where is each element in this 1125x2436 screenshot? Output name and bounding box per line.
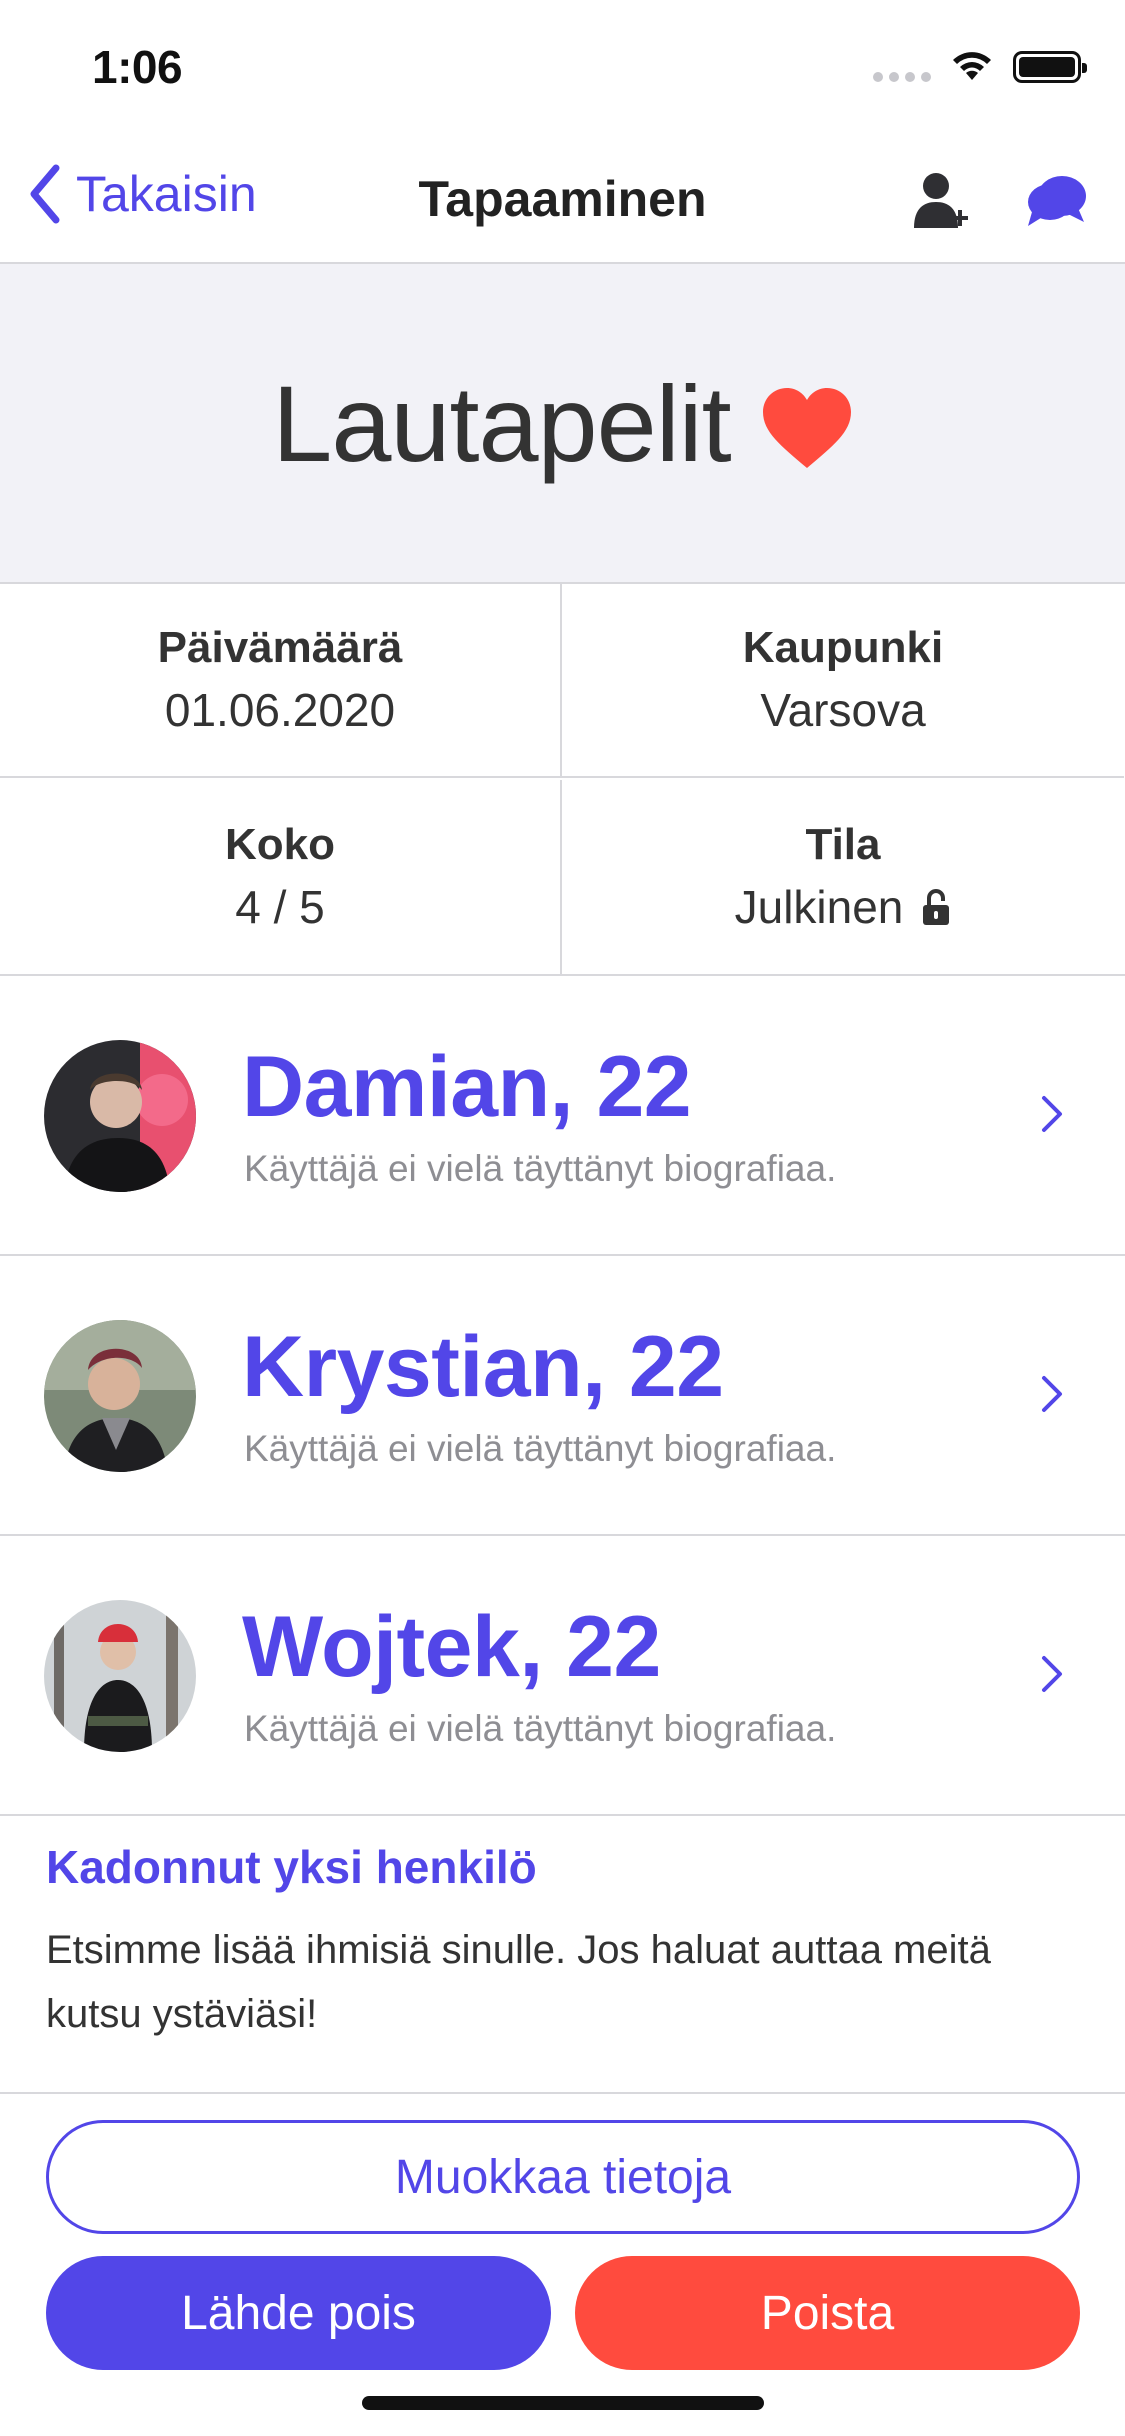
- chevron-right-icon: [1042, 1376, 1062, 1412]
- signal-icon: [873, 52, 931, 82]
- avatar: [44, 1320, 196, 1472]
- nav-bar: Takaisin Tapaaminen: [0, 132, 1125, 264]
- city-label: Kaupunki: [742, 623, 944, 672]
- home-indicator: [362, 2396, 764, 2410]
- status-bar: 1:06: [0, 0, 1125, 132]
- member-bio: Käyttäjä ei vielä täyttänyt biografiaa.: [244, 1148, 837, 1189]
- size-value: 4 / 5: [235, 881, 325, 933]
- battery-icon: [1013, 51, 1087, 83]
- size-label: Koko: [225, 820, 335, 869]
- status-time: 1:06: [92, 41, 183, 93]
- city-value: Varsova: [760, 684, 926, 736]
- info-size: Koko 4 / 5: [0, 780, 562, 974]
- info-state: Tila Julkinen: [562, 780, 1124, 974]
- date-label: Päivämäärä: [157, 623, 403, 672]
- missing-person-notice: Kadonnut yksi henkilö Etsimme lisää ihmi…: [0, 1812, 1125, 2094]
- event-info-grid: Päivämäärä 01.06.2020 Kaupunki Varsova K…: [0, 584, 1125, 976]
- delete-button[interactable]: Poista: [575, 2256, 1080, 2370]
- state-label: Tila: [805, 820, 881, 869]
- chevron-right-icon: [1042, 1656, 1062, 1692]
- chat-icon[interactable]: [1024, 172, 1088, 232]
- member-bio: Käyttäjä ei vielä täyttänyt biografiaa.: [244, 1708, 837, 1749]
- leave-button[interactable]: Lähde pois: [46, 2256, 551, 2370]
- state-value-wrap: Julkinen: [735, 880, 952, 934]
- notice-text: Etsimme lisää ihmisiä sinulle. Jos halua…: [46, 1928, 991, 2036]
- avatar: [44, 1600, 196, 1752]
- event-title: Lautapelit: [272, 362, 731, 484]
- member-bio: Käyttäjä ei vielä täyttänyt biografiaa.: [244, 1428, 837, 1469]
- notice-title: Kadonnut yksi henkilö: [46, 1841, 537, 1893]
- member-row[interactable]: Damian, 22 Käyttäjä ei vielä täyttänyt b…: [0, 976, 1125, 1256]
- member-name: Damian, 22: [242, 1039, 692, 1135]
- member-row[interactable]: Wojtek, 22 Käyttäjä ei vielä täyttänyt b…: [0, 1536, 1125, 1816]
- avatar: [44, 1040, 196, 1192]
- heart-icon[interactable]: [761, 386, 853, 470]
- info-date: Päivämäärä 01.06.2020: [0, 584, 562, 778]
- status-indicators: [873, 50, 1087, 84]
- add-person-icon[interactable]: [912, 170, 974, 230]
- member-name: Krystian, 22: [242, 1319, 724, 1415]
- state-value: Julkinen: [734, 881, 904, 933]
- info-city: Kaupunki Varsova: [562, 584, 1124, 778]
- event-header: Lautapelit: [0, 264, 1125, 584]
- chevron-right-icon: [1042, 1096, 1062, 1132]
- member-name: Wojtek, 22: [242, 1599, 661, 1695]
- edit-details-button[interactable]: Muokkaa tietoja: [46, 2120, 1080, 2234]
- member-row[interactable]: Krystian, 22 Käyttäjä ei vielä täyttänyt…: [0, 1256, 1125, 1536]
- wifi-icon: [953, 52, 991, 80]
- date-value: 01.06.2020: [164, 684, 396, 736]
- lock-icon: [923, 889, 950, 925]
